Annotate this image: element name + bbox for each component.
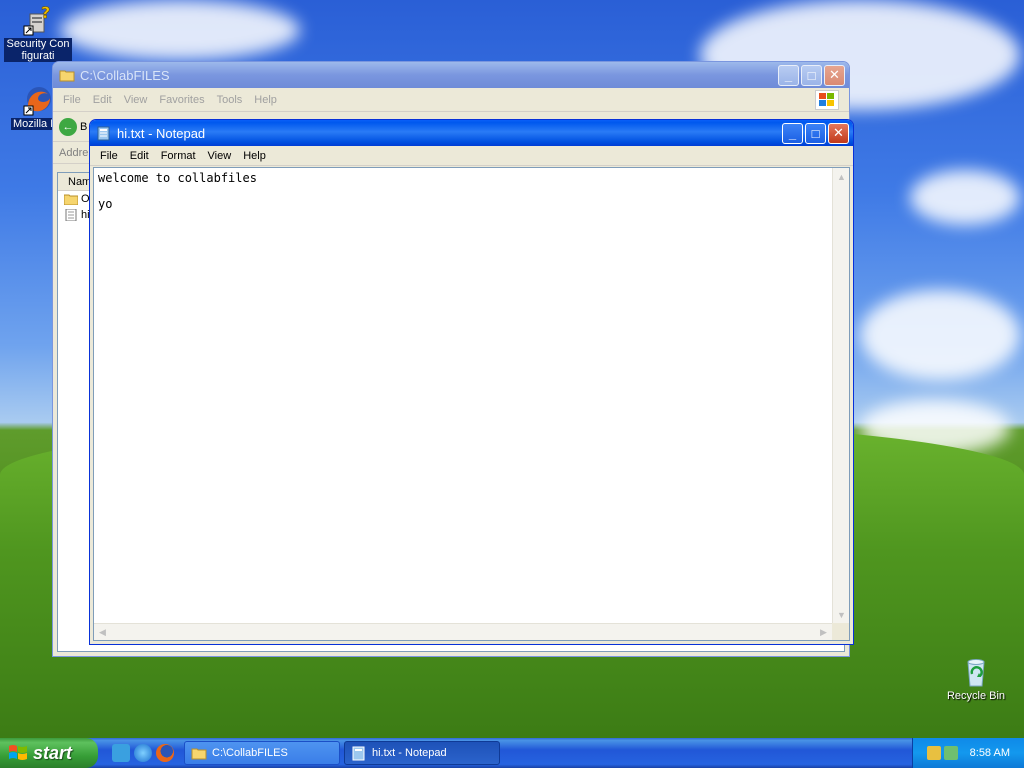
menu-help[interactable]: Help [237, 150, 272, 162]
close-button[interactable]: ✕ [828, 122, 849, 144]
quick-launch [98, 744, 184, 762]
minimize-button[interactable]: _ [782, 122, 803, 144]
scroll-up-icon[interactable]: ▲ [833, 168, 850, 185]
menu-file[interactable]: File [57, 94, 87, 106]
notepad-text-area[interactable]: welcome to collabfiles yo [96, 170, 831, 622]
menu-favorites[interactable]: Favorites [153, 94, 210, 106]
explorer-menubar: File Edit View Favorites Tools Help [53, 88, 849, 112]
start-button[interactable]: start [0, 738, 98, 768]
taskbar-item-label: C:\CollabFILES [212, 747, 288, 759]
horizontal-scrollbar[interactable]: ◀ ▶ [94, 623, 832, 640]
explorer-title: C:\CollabFILES [80, 67, 170, 83]
desktop-icon-label: Security Configurati [4, 38, 72, 62]
minimize-icon: _ [784, 67, 793, 83]
tray-network-icon[interactable] [943, 746, 958, 760]
back-button[interactable]: ← [59, 117, 77, 136]
resize-grip-icon[interactable] [832, 623, 849, 640]
desktop-icon-security-config[interactable]: ? Security Configurati [2, 3, 74, 62]
taskbar: start C:\CollabFILES hi.txt - Notepad 8:… [0, 738, 1024, 768]
show-desktop-icon[interactable] [112, 744, 130, 762]
notepad-icon [97, 126, 110, 141]
back-arrow-icon: ← [62, 120, 74, 133]
maximize-button[interactable]: □ [805, 122, 826, 144]
vertical-scrollbar[interactable]: ▲ ▼ [832, 168, 849, 623]
minimize-icon: _ [788, 125, 797, 141]
notepad-title: hi.txt - Notepad [117, 125, 206, 141]
maximize-icon: □ [811, 125, 820, 141]
system-tray: 8:58 AM [912, 738, 1024, 768]
scroll-right-icon[interactable]: ▶ [815, 624, 832, 641]
minimize-button[interactable]: _ [778, 64, 799, 86]
menu-edit[interactable]: Edit [124, 150, 155, 162]
clock[interactable]: 8:58 AM [970, 747, 1010, 759]
firefox-icon [22, 84, 54, 116]
address-label: Addre [59, 146, 89, 159]
menu-help[interactable]: Help [248, 94, 283, 106]
text-file-icon [65, 209, 77, 221]
taskbar-item-notepad[interactable]: hi.txt - Notepad [344, 741, 500, 765]
notepad-icon [352, 746, 365, 761]
folder-icon [191, 748, 207, 760]
tray-tools-icon[interactable] [926, 746, 941, 760]
folder-icon [64, 194, 78, 205]
notepad-titlebar[interactable]: hi.txt - Notepad _ □ ✕ [90, 120, 853, 146]
scroll-left-icon[interactable]: ◀ [94, 624, 111, 641]
windows-flag-icon [9, 745, 27, 760]
desktop-icon-recycle-bin[interactable]: Recycle Bin [940, 656, 1012, 702]
windows-logo-icon [815, 89, 839, 110]
menu-format[interactable]: Format [155, 150, 202, 162]
firefox-icon[interactable] [156, 744, 174, 762]
maximize-button[interactable]: □ [801, 64, 822, 86]
taskbar-item-label: hi.txt - Notepad [372, 747, 447, 759]
menu-view[interactable]: View [202, 150, 238, 162]
security-config-icon: ? [22, 3, 54, 36]
svg-text:?: ? [41, 4, 50, 22]
menu-view[interactable]: View [118, 94, 154, 106]
recycle-bin-icon [960, 656, 992, 688]
folder-icon [59, 70, 75, 82]
back-label: B [80, 120, 88, 133]
menu-tools[interactable]: Tools [211, 94, 249, 106]
menu-file[interactable]: File [94, 150, 124, 162]
explorer-titlebar[interactable]: C:\CollabFILES _ □ ✕ [53, 62, 849, 88]
notepad-editor[interactable]: welcome to collabfiles yo ▲ ▼ ◀ ▶ [93, 167, 850, 641]
close-icon: ✕ [833, 125, 844, 140]
close-icon: ✕ [829, 67, 840, 82]
maximize-icon: □ [807, 67, 816, 83]
menu-edit[interactable]: Edit [87, 94, 118, 106]
internet-explorer-icon[interactable] [134, 744, 152, 762]
notepad-menubar: File Edit Format View Help [90, 146, 853, 166]
notepad-window[interactable]: hi.txt - Notepad _ □ ✕ File Edit Format … [89, 119, 854, 645]
scroll-down-icon[interactable]: ▼ [833, 606, 850, 623]
desktop-icon-label: Recycle Bin [946, 690, 1006, 702]
start-label: start [33, 742, 73, 763]
close-button[interactable]: ✕ [824, 64, 845, 86]
taskbar-item-explorer[interactable]: C:\CollabFILES [184, 741, 340, 765]
